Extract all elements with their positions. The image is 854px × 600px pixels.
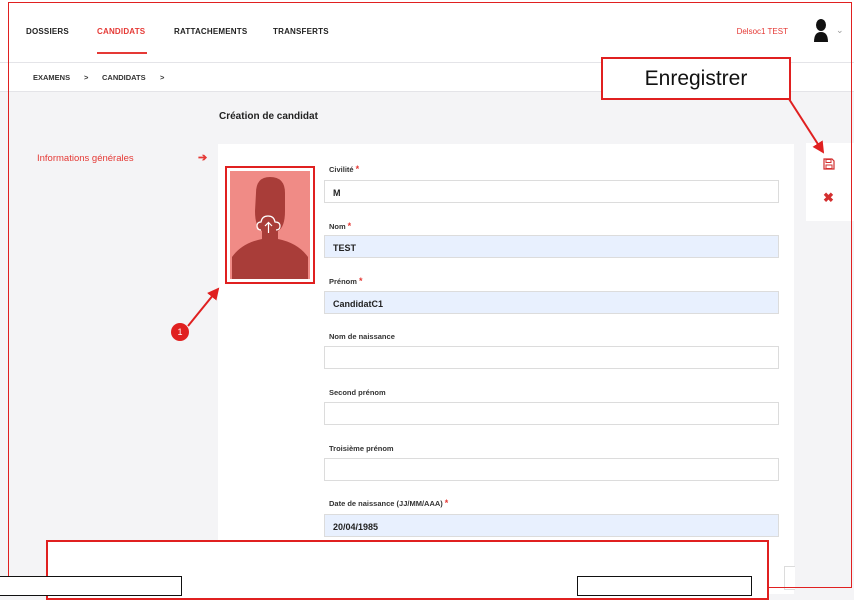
avatar-icon[interactable] <box>813 18 829 42</box>
save-icon[interactable] <box>823 158 835 170</box>
date-naissance-label: Date de naissance (JJ/MM/AAA) * <box>329 498 449 508</box>
close-icon[interactable]: ✖ <box>823 191 834 204</box>
prenom-field[interactable]: CandidatC1 <box>324 291 779 314</box>
bottom-left-box <box>0 576 182 596</box>
troisieme-prenom-field[interactable] <box>324 458 779 481</box>
second-prenom-label: Second prénom <box>329 388 386 397</box>
nom-de-naissance-label: Nom de naissance <box>329 332 395 341</box>
page-title: Création de candidat <box>219 111 318 122</box>
breadcrumb-item-examens[interactable]: EXAMENS <box>33 73 70 82</box>
bottom-right-box <box>577 576 752 596</box>
nom-de-naissance-field[interactable] <box>324 346 779 369</box>
active-tab-indicator <box>97 52 147 54</box>
nom-label: Nom * <box>329 221 352 231</box>
sidebar-item-informations-generales[interactable]: Informations générales <box>37 153 134 164</box>
civilite-label: Civilité * <box>329 164 360 174</box>
prenom-label: Prénom * <box>329 276 363 286</box>
date-naissance-field[interactable]: 20/04/1985 <box>324 514 779 537</box>
save-callout: Enregistrer <box>601 57 791 100</box>
arrow-right-icon: ➔ <box>198 152 208 164</box>
user-name[interactable]: Delsoc1 TEST <box>737 27 788 36</box>
tab-rattachements[interactable]: RATTACHEMENTS <box>174 27 247 36</box>
breadcrumb-item-candidats[interactable]: CANDIDATS <box>102 73 146 82</box>
action-panel <box>806 143 854 221</box>
tab-transferts[interactable]: TRANSFERTS <box>273 27 329 36</box>
nom-field[interactable]: TEST <box>324 235 779 258</box>
second-prenom-field[interactable] <box>324 402 779 425</box>
breadcrumb-separator: > <box>84 73 89 82</box>
tab-candidats[interactable]: CANDIDATS <box>97 27 145 36</box>
photo-callout-arrow <box>187 287 220 327</box>
civilite-field[interactable]: M <box>324 180 779 203</box>
chevron-down-icon[interactable]: ⌄ <box>836 25 844 36</box>
photo-highlight-box <box>225 166 315 284</box>
tab-dossiers[interactable]: DOSSIERS <box>26 27 69 36</box>
troisieme-prenom-label: Troisième prénom <box>329 444 394 453</box>
step-badge: 1 <box>171 323 189 341</box>
partial-input-edge <box>784 566 795 590</box>
breadcrumb-separator: > <box>160 73 165 82</box>
